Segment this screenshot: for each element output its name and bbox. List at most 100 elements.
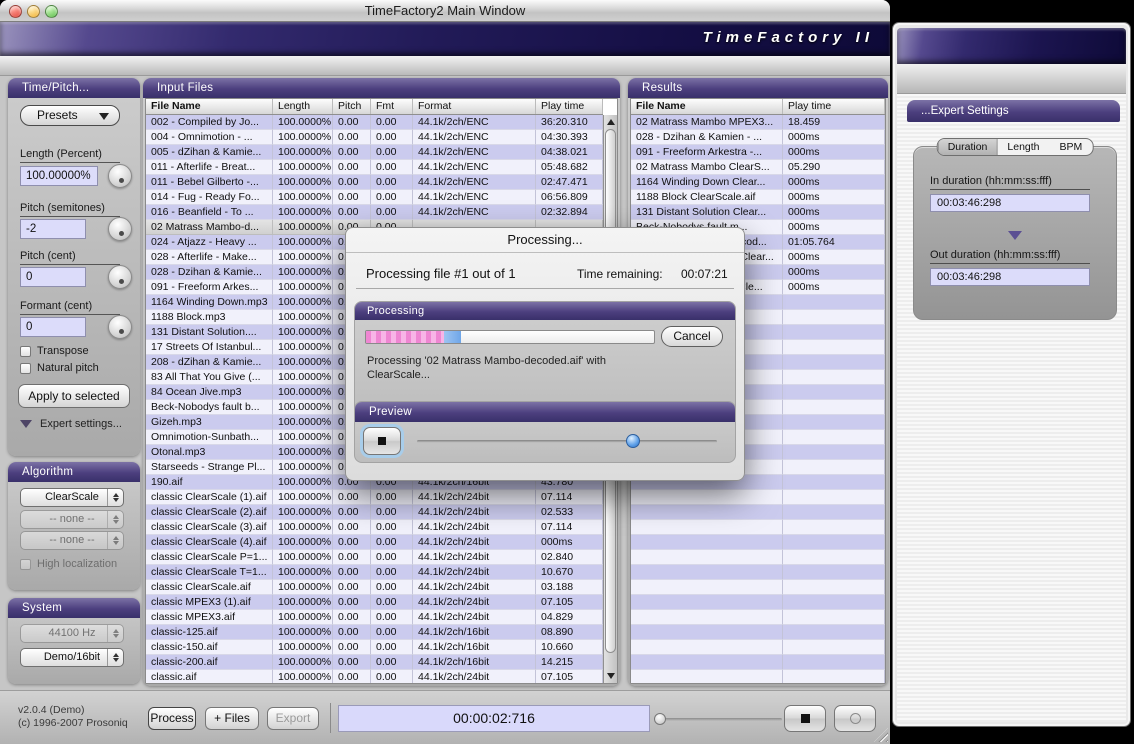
output-mode-select[interactable]: Demo/16bit — [20, 648, 124, 667]
table-row[interactable]: classic ClearScale P=1...100.0000%0.000.… — [146, 550, 603, 565]
table-row[interactable]: 002 - Compiled by Jo...100.0000%0.000.00… — [146, 115, 603, 130]
transport-slider-thumb[interactable] — [654, 713, 666, 725]
pitch-semitones-knob[interactable] — [108, 217, 132, 241]
table-row[interactable]: 011 - Afterlife - Breat...100.0000%0.000… — [146, 160, 603, 175]
table-cell: 44.1k/2ch/24bit — [413, 550, 536, 565]
table-row[interactable]: 028 - Dzihan & Kamien - ...000ms — [631, 130, 885, 145]
progress-bar-tip — [444, 331, 461, 343]
natural-pitch-checkbox[interactable] — [20, 363, 31, 374]
column-header[interactable]: Length — [273, 99, 333, 114]
formant-knob[interactable] — [108, 315, 132, 339]
table-row[interactable]: 014 - Fug - Ready Fo...100.0000%0.000.00… — [146, 190, 603, 205]
table-cell: 0.00 — [371, 655, 413, 670]
table-row[interactable]: 011 - Bebel Gilberto -...100.0000%0.000.… — [146, 175, 603, 190]
table-row[interactable]: classic MPEX3.aif100.0000%0.000.0044.1k/… — [146, 610, 603, 625]
expert-settings-disclosure[interactable]: Expert settings... — [20, 418, 122, 430]
table-row[interactable]: 131 Distant Solution Clear...000ms — [631, 205, 885, 220]
resize-grip[interactable] — [874, 728, 888, 742]
table-row[interactable]: classic-150.aif100.0000%0.000.0044.1k/2c… — [146, 640, 603, 655]
table-row[interactable]: classic ClearScale (3).aif100.0000%0.000… — [146, 520, 603, 535]
length-knob[interactable] — [108, 164, 132, 188]
table-row[interactable]: classic MPEX3 (1).aif100.0000%0.000.0044… — [146, 595, 603, 610]
pitch-cent-label: Pitch (cent) — [20, 250, 120, 265]
scroll-up-icon[interactable] — [604, 115, 617, 128]
table-cell: 000ms — [536, 535, 603, 550]
column-header[interactable]: Fmt — [371, 99, 413, 114]
stop-button[interactable] — [784, 705, 826, 732]
pitch-semitones-field[interactable]: -2 — [20, 219, 86, 239]
table-row[interactable]: 016 - Beanfield - To ...100.0000%0.000.0… — [146, 205, 603, 220]
table-row[interactable]: classic-125.aif100.0000%0.000.0044.1k/2c… — [146, 625, 603, 640]
table-row[interactable]: 091 - Freeform Arkestra -...000ms — [631, 145, 885, 160]
tab-duration[interactable]: Duration — [938, 139, 998, 155]
table-row[interactable]: classic ClearScale T=1...100.0000%0.000.… — [146, 565, 603, 580]
table-cell: 44.1k/2ch/24bit — [413, 670, 536, 683]
table-cell: 1164 Winding Down.mp3 — [146, 295, 273, 310]
column-header[interactable]: Play time — [536, 99, 603, 114]
add-files-button[interactable]: + Files — [205, 707, 259, 730]
table-cell: 03.188 — [536, 580, 603, 595]
table-row[interactable]: 004 - Omnimotion - ...100.0000%0.000.004… — [146, 130, 603, 145]
input-files-table-header[interactable]: File Name Length Pitch Fmt Format Play t… — [146, 99, 603, 115]
preview-stop-button[interactable] — [363, 427, 401, 455]
in-duration-label: In duration (hh:mm:ss:fff) — [930, 175, 1090, 190]
table-cell: 100.0000% — [273, 550, 333, 565]
table-row[interactable]: classic ClearScale (2).aif100.0000%0.000… — [146, 505, 603, 520]
transpose-label: Transpose — [37, 345, 89, 357]
table-row — [631, 565, 885, 580]
preview-slider[interactable] — [417, 440, 717, 443]
transpose-checkbox-row[interactable]: Transpose — [20, 345, 89, 357]
results-table-header[interactable]: File Name Play time — [631, 99, 885, 115]
table-cell: 000ms — [783, 190, 885, 205]
natural-pitch-checkbox-row[interactable]: Natural pitch — [20, 362, 99, 374]
stepper-arrows-icon[interactable] — [107, 489, 123, 506]
preview-slider-thumb[interactable] — [626, 434, 640, 448]
table-row[interactable]: 02 Matrass Mambo MPEX3...18.459 — [631, 115, 885, 130]
divider — [356, 288, 734, 289]
column-header[interactable]: File Name — [631, 99, 783, 114]
length-field[interactable]: 100.00000% — [20, 166, 98, 186]
formant-field[interactable]: 0 — [20, 317, 86, 337]
tab-bpm[interactable]: BPM — [1050, 139, 1093, 155]
table-row[interactable]: classic ClearScale (4).aif100.0000%0.000… — [146, 535, 603, 550]
table-cell: 0.00 — [333, 550, 371, 565]
table-cell: 011 - Afterlife - Breat... — [146, 160, 273, 175]
table-cell — [783, 640, 885, 655]
table-row[interactable]: 005 - dZihan & Kamie...100.0000%0.000.00… — [146, 145, 603, 160]
in-duration-field[interactable]: 00:03:46:298 — [930, 194, 1090, 212]
pitch-cent-field[interactable]: 0 — [20, 267, 86, 287]
table-row[interactable]: classic.aif100.0000%0.000.0044.1k/2ch/24… — [146, 670, 603, 683]
out-duration-field[interactable]: 00:03:46:298 — [930, 268, 1090, 286]
column-header[interactable]: Format — [413, 99, 536, 114]
column-header[interactable]: Play time — [783, 99, 885, 114]
column-header[interactable]: Pitch — [333, 99, 371, 114]
table-cell — [783, 460, 885, 475]
record-button[interactable] — [834, 705, 876, 732]
table-cell: 44.1k/2ch/ENC — [413, 205, 536, 220]
disclosure-triangle-icon[interactable] — [20, 420, 32, 428]
table-cell: 10.660 — [536, 640, 603, 655]
table-cell: 000ms — [783, 250, 885, 265]
apply-to-selected-button[interactable]: Apply to selected — [18, 384, 130, 408]
cancel-button[interactable]: Cancel — [661, 326, 723, 347]
table-cell: 44.1k/2ch/24bit — [413, 565, 536, 580]
algorithm-primary-select[interactable]: ClearScale — [20, 488, 124, 507]
presets-button[interactable]: Presets — [20, 105, 120, 126]
tab-length[interactable]: Length — [997, 139, 1049, 155]
column-header[interactable]: File Name — [146, 99, 273, 114]
table-row[interactable]: classic ClearScale.aif100.0000%0.000.004… — [146, 580, 603, 595]
table-row[interactable]: 02 Matrass Mambo ClearS...05.290 — [631, 160, 885, 175]
table-row[interactable]: 1164 Winding Down Clear...000ms — [631, 175, 885, 190]
table-cell: Gizeh.mp3 — [146, 415, 273, 430]
process-button[interactable]: Process — [148, 707, 196, 730]
titlebar[interactable]: TimeFactory2 Main Window — [0, 0, 890, 22]
pitch-cent-knob[interactable] — [108, 265, 132, 289]
transpose-checkbox[interactable] — [20, 346, 31, 357]
stepper-arrows-icon[interactable] — [107, 649, 123, 666]
table-row[interactable]: classic-200.aif100.0000%0.000.0044.1k/2c… — [146, 655, 603, 670]
table-row[interactable]: 1188 Block ClearScale.aif000ms — [631, 190, 885, 205]
table-row[interactable]: classic ClearScale (1).aif100.0000%0.000… — [146, 490, 603, 505]
table-row — [631, 640, 885, 655]
scroll-down-icon[interactable] — [604, 669, 617, 682]
transport-slider[interactable] — [656, 718, 782, 721]
